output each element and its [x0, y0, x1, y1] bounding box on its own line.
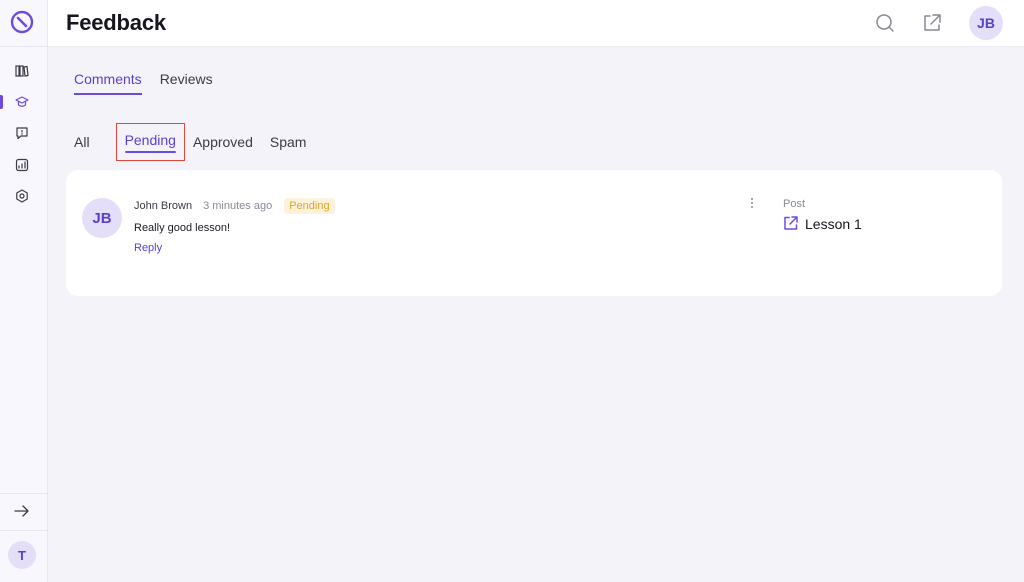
top-header: Feedback JB	[48, 0, 1024, 47]
tab-comments[interactable]: Comments	[74, 71, 142, 95]
sidebar-item-settings[interactable]	[12, 186, 32, 206]
comment-author-avatar: JB	[82, 198, 122, 238]
workspace-avatar[interactable]: T	[8, 541, 36, 569]
sidebar-item-analytics[interactable]	[12, 155, 32, 175]
sidebar-divider	[0, 46, 48, 47]
post-label: Post	[783, 198, 806, 210]
sidebar-active-indicator	[0, 95, 3, 109]
comment-text: Really good lesson!	[134, 222, 231, 234]
sidebar-divider	[0, 493, 48, 494]
comment-author: John Brown	[134, 200, 193, 212]
comment-alert-icon	[16, 127, 28, 140]
user-avatar[interactable]: JB	[969, 6, 1003, 40]
filter-tab-all[interactable]: All	[74, 134, 90, 150]
more-options-icon[interactable]	[749, 197, 755, 209]
filter-tab-spam[interactable]: Spam	[270, 134, 307, 150]
arrow-right-icon	[14, 505, 29, 517]
sidebar-item-library[interactable]	[12, 61, 32, 81]
sidebar: T	[0, 0, 48, 582]
post-title: Lesson 1	[805, 215, 862, 232]
main-content: Comments Reviews All Pending Approved Sp…	[48, 47, 1024, 582]
search-icon[interactable]	[874, 12, 896, 34]
tab-reviews[interactable]: Reviews	[160, 71, 213, 95]
comment-timestamp: 3 minutes ago	[203, 200, 273, 212]
feedback-type-tabs: Comments Reviews	[74, 71, 213, 95]
comment-meta: John Brown 3 minutes ago Pending	[134, 198, 335, 214]
app-logo-icon[interactable]	[10, 10, 34, 34]
library-icon	[15, 65, 29, 77]
page-title: Feedback	[66, 10, 166, 35]
graduation-cap-icon	[15, 96, 29, 107]
reply-link[interactable]: Reply	[134, 242, 162, 254]
sidebar-divider	[0, 530, 48, 531]
sidebar-item-courses[interactable]	[12, 92, 32, 112]
comment-card: JB John Brown 3 minutes ago Pending Real…	[66, 170, 1002, 296]
analytics-icon	[15, 158, 29, 172]
external-link-icon	[784, 216, 798, 230]
post-link[interactable]: Lesson 1	[782, 215, 862, 232]
filter-tab-pending-label: Pending	[124, 132, 176, 148]
active-tab-underline	[124, 151, 176, 153]
settings-icon	[16, 189, 28, 203]
external-link-icon[interactable]	[921, 12, 943, 34]
status-badge: Pending	[284, 198, 335, 214]
sidebar-item-feedback[interactable]	[12, 123, 32, 143]
sidebar-expand-button[interactable]	[12, 501, 32, 521]
filter-tab-pending[interactable]: Pending	[115, 123, 185, 161]
status-filter-tabs: All Pending Approved Spam	[74, 123, 323, 161]
filter-tab-approved[interactable]: Approved	[193, 134, 253, 150]
